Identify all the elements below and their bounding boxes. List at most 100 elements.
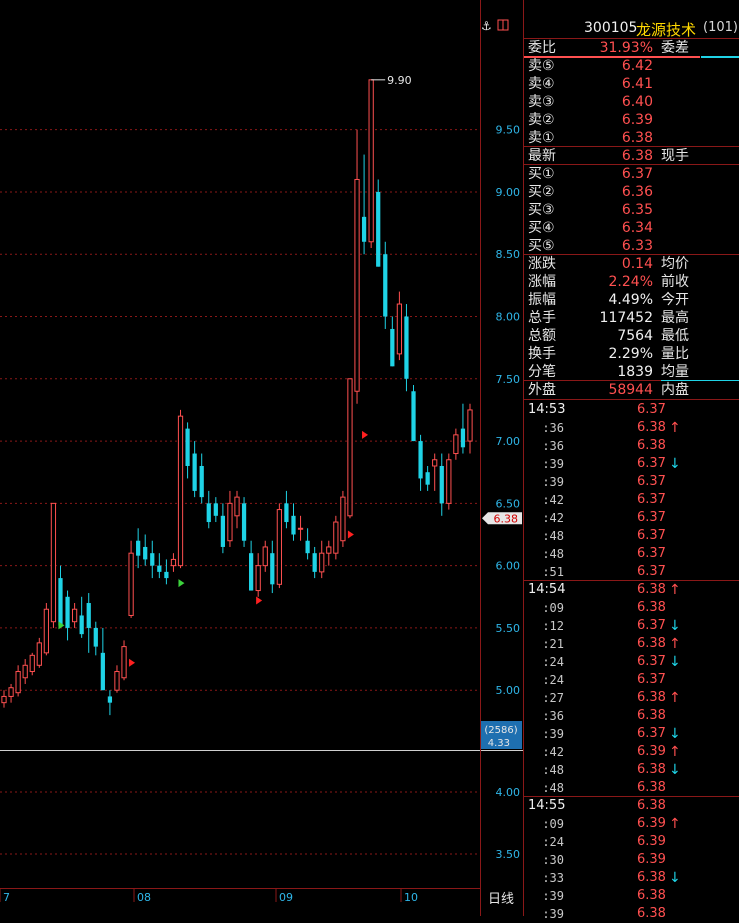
sell-level-row[interactable]: 卖④ 6.41 [524,75,739,93]
tick-price: 6.37 [637,654,666,669]
tick-price: 6.37 [637,726,666,741]
tick-row[interactable]: :39 6.38 [524,905,739,923]
stat-row[interactable]: 总手 117452 最高 [524,309,739,327]
tick-row[interactable]: :24 6.37 [524,671,739,689]
tick-row[interactable]: :39 6.37 ↓ [524,455,739,473]
candle-body-up [177,415,184,567]
tick-row[interactable]: :39 6.38 [524,887,739,905]
buy-level-price: 6.37 [621,166,653,182]
tick-row[interactable]: 14:53 6.37 [524,401,739,419]
stock-name[interactable]: 龙源技术 [636,19,696,40]
tick-row[interactable]: :27 6.38 ↑ [524,689,739,707]
tick-time: :21 [542,637,564,651]
minute-divider [524,796,739,797]
candle-body-down [192,453,197,491]
minute-divider [524,580,739,581]
candle-body-down [157,565,162,572]
tick-row[interactable]: :36 6.38 ↑ [524,419,739,437]
tick-row[interactable]: :39 6.37 [524,473,739,491]
sell-level-row[interactable]: 卖⑤ 6.42 [524,57,739,75]
buy-level-row[interactable]: 买⑤ 6.33 [524,237,739,255]
candle-body-up [326,546,332,554]
tick-row[interactable]: :42 6.37 [524,509,739,527]
tick-price: 6.38 [637,600,666,615]
neipan-label: 内盘 [661,382,689,398]
buy-level-label: 买⑤ [528,238,555,254]
kline-chart[interactable]: 9.50 9.00 8.50 8.00 7.50 7.00 6.50 6.00 5.50 5.00… [0,0,523,916]
latest-label: 最新 [528,148,556,164]
candle-body-up [446,459,452,504]
stat-label2: 均量 [661,364,689,380]
tick-row[interactable]: :30 6.39 [524,851,739,869]
tick-row[interactable]: :48 6.37 [524,545,739,563]
buy-level-row[interactable]: 买④ 6.34 [524,219,739,237]
tick-row[interactable]: :42 6.39 ↑ [524,743,739,761]
stat-row[interactable]: 换手 2.29% 量比 [524,345,739,363]
candle-body-down [312,553,317,572]
tick-time: :36 [542,439,564,453]
buy-level-row[interactable]: 买③ 6.35 [524,201,739,219]
tick-time: :39 [542,907,564,921]
stat-row[interactable]: 分笔 1839 均量 [524,363,739,381]
tick-row[interactable]: 14:55 6.38 [524,796,739,815]
sell-level-row[interactable]: 卖② 6.39 [524,111,739,129]
stat-row[interactable]: 振幅 4.49% 今开 [524,291,739,309]
stat-label: 总额 [528,328,556,344]
arrow-down-icon: ↓ [669,654,681,670]
stat-row[interactable]: 涨幅 2.24% 前收 [524,273,739,291]
arrow-up-icon: ↑ [669,420,681,436]
x-tick-label: 10 [404,891,418,904]
tick-price: 6.37 [637,474,666,489]
candle-body-up [50,502,57,623]
tick-row[interactable]: :36 6.38 [524,707,739,725]
stat-row[interactable]: 涨跌 0.14 均价 [524,255,739,273]
tick-row[interactable]: :09 6.38 [524,599,739,617]
tick-price: 6.39 [637,834,666,849]
buy-level-row[interactable]: 买② 6.36 [524,183,739,201]
weibi-row[interactable]: 委比 31.93% 委差 [524,39,739,57]
tick-row[interactable]: :36 6.38 [524,437,739,455]
candle-body-up [128,552,134,616]
tick-row[interactable]: :33 6.38 ↓ [524,869,739,887]
tick-row[interactable]: :39 6.37 ↓ [524,725,739,743]
candle-body-down [213,503,218,516]
candle-body-up [121,646,127,679]
candle-body-up [1,695,7,704]
stat-value: 117452 [599,310,653,326]
stat-row[interactable]: 总额 7564 最低 [524,327,739,345]
tick-row[interactable]: :21 6.38 ↑ [524,635,739,653]
tick-price: 6.38 [637,870,666,885]
waipan-row[interactable]: 外盘 58944 内盘 [524,381,739,399]
candle-body-up [36,642,42,666]
tick-row[interactable]: :48 6.37 [524,527,739,545]
tick-price: 6.38 [637,636,666,651]
stat-label2: 最高 [661,310,689,326]
kline-svg[interactable]: 9.50 9.00 8.50 8.00 7.50 7.00 6.50 6.00 5.50 5.00… [0,0,523,916]
candle-body-down [439,465,444,504]
candle-body-down [58,578,63,626]
candle-body-down [206,503,211,523]
candle-body-down [418,441,423,479]
quote-panel: 300105 龙源技术 (101) 委比 31.93% 委差 卖⑤ 6.42 卖④ 6.41… [523,0,739,921]
candle-body-up [340,496,346,542]
tick-time: :42 [542,745,564,759]
tick-row[interactable]: :09 6.39 ↑ [524,815,739,833]
tick-row[interactable]: 14:54 6.38 ↑ [524,580,739,599]
tick-row[interactable]: :51 6.37 [524,563,739,581]
tick-row[interactable]: :24 6.37 ↓ [524,653,739,671]
tick-row[interactable]: :12 6.37 ↓ [524,617,739,635]
y-tick-label: 5.50 [496,622,521,635]
sell-level-row[interactable]: 卖① 6.38 [524,129,739,147]
latest-row[interactable]: 最新 6.38 现手 [524,147,739,165]
tick-row[interactable]: :24 6.39 [524,833,739,851]
buy-level-row[interactable]: 买① 6.37 [524,165,739,183]
tick-row[interactable]: :42 6.37 [524,491,739,509]
candle-body-up [15,671,21,694]
arrow-down-icon: ↓ [669,870,681,886]
tick-price: 6.37 [637,618,666,633]
tick-row[interactable]: :48 6.38 [524,779,739,797]
sell-level-row[interactable]: 卖③ 6.40 [524,93,739,111]
tick-price: 6.37 [637,546,666,561]
stat-label: 振幅 [528,292,556,308]
tick-row[interactable]: :48 6.38 ↓ [524,761,739,779]
